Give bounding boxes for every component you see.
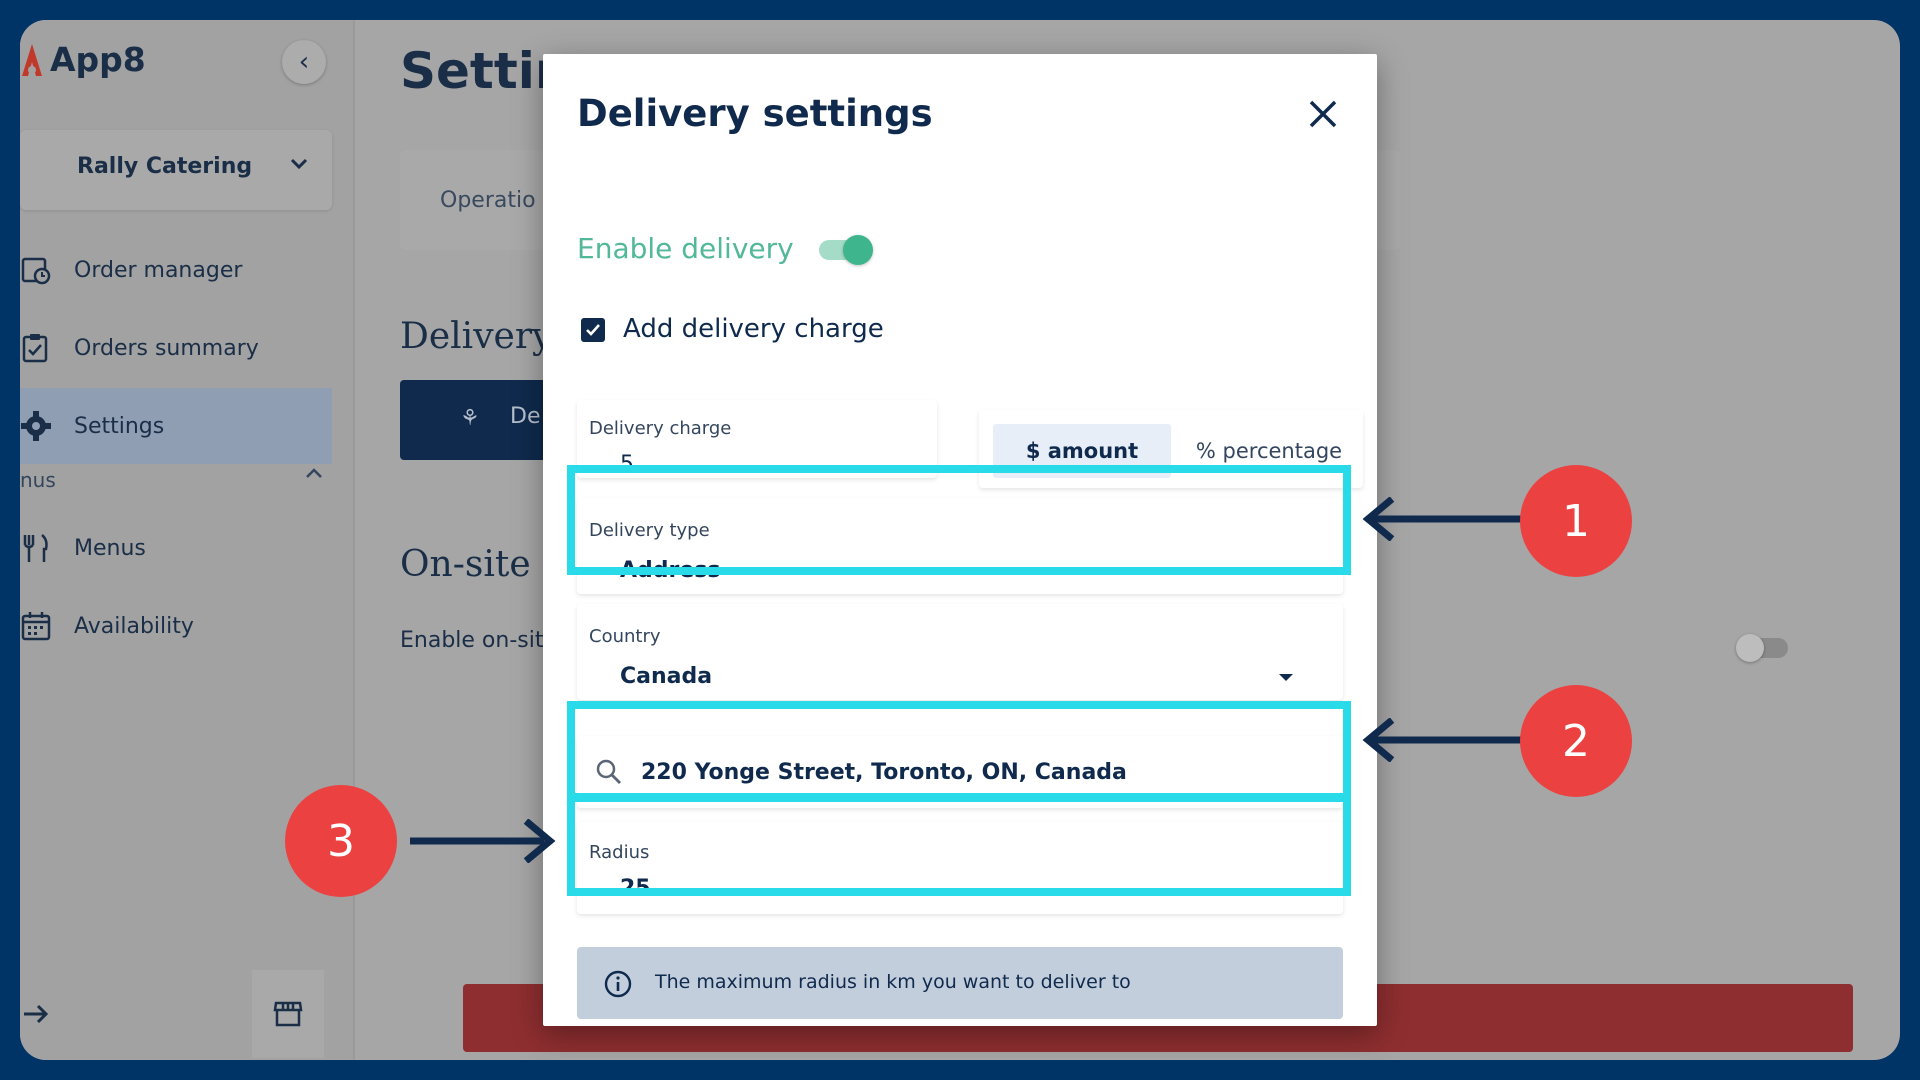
toggle-knob — [1736, 634, 1764, 662]
sidebar-footer — [20, 970, 332, 1060]
add-delivery-charge-label: Add delivery charge — [623, 314, 884, 344]
onsite-label: Enable on-site — [400, 628, 558, 653]
highlight-address — [567, 701, 1351, 801]
close-icon[interactable] — [1301, 92, 1345, 136]
country-value: Canada — [620, 664, 713, 689]
delivery-charge-label: Delivery charge — [589, 418, 732, 439]
order-manager-icon — [21, 257, 51, 285]
sidebar-item-label: Availability — [74, 613, 194, 639]
radius-info-box: The maximum radius in km you want to del… — [577, 947, 1343, 1019]
sidebar-item-label: Settings — [74, 413, 165, 439]
brand: App8 — [20, 40, 146, 79]
store-selector[interactable]: Rally Catering — [20, 130, 332, 210]
add-delivery-charge-checkbox[interactable] — [581, 318, 605, 342]
chevron-left-icon: ‹ — [298, 47, 310, 77]
clipboard-check-icon — [22, 334, 48, 363]
sidebar-item-orders-summary[interactable]: Orders summary — [20, 310, 332, 386]
sidebar-item-label: Menus — [74, 535, 146, 561]
onsite-section-heading: On-site c — [400, 544, 563, 585]
delivery-button-label: De — [510, 404, 541, 429]
store-front-button[interactable] — [252, 970, 324, 1058]
store-icon — [273, 1001, 303, 1027]
annotation-badge-1: 1 — [1520, 465, 1632, 577]
app-logo-icon — [22, 43, 42, 76]
country-label: Country — [589, 626, 661, 647]
onsite-toggle[interactable] — [1736, 634, 1788, 662]
app-screen: App8 ‹ Rally Catering Order manager Orde… — [20, 20, 1900, 1060]
modal-title: Delivery settings — [577, 92, 933, 135]
sidebar-item-availability[interactable]: Availability — [20, 588, 332, 664]
chevron-up-icon[interactable] — [304, 464, 324, 484]
section-label-menus: nus — [20, 468, 56, 492]
chevron-down-icon — [290, 158, 308, 170]
country-select[interactable]: Country Canada — [577, 604, 1343, 700]
sidebar-item-label: Orders summary — [74, 335, 259, 361]
calendar-icon — [21, 612, 51, 641]
enable-delivery-label: Enable delivery — [577, 232, 794, 265]
sidebar: App8 ‹ Rally Catering Order manager Orde… — [20, 20, 355, 1060]
toggle-knob — [843, 235, 873, 265]
annotation-badge-3: 3 — [285, 785, 397, 897]
delivery-section-heading: Delivery — [400, 316, 553, 357]
dropdown-arrow-icon — [1279, 674, 1293, 681]
highlight-radius — [567, 794, 1351, 896]
logout-icon[interactable] — [20, 992, 64, 1036]
app-name: App8 — [50, 40, 146, 79]
checkmark-icon — [586, 324, 600, 336]
store-name: Rally Catering — [77, 154, 253, 179]
annotation-badge-2: 2 — [1520, 685, 1632, 797]
arrow-left-icon — [1362, 718, 1538, 762]
highlight-delivery-type — [567, 465, 1351, 575]
arrow-left-icon — [1362, 497, 1538, 541]
collapse-sidebar-button[interactable]: ‹ — [282, 40, 326, 84]
info-text: The maximum radius in km you want to del… — [655, 971, 1131, 993]
info-icon — [604, 970, 632, 998]
arrow-right-icon — [410, 819, 556, 863]
fork-knife-icon — [23, 534, 48, 562]
sidebar-item-menus[interactable]: Menus — [20, 510, 332, 586]
tab-operations[interactable]: Operatio — [440, 188, 536, 213]
scooter-icon: ⚘ — [460, 406, 480, 431]
sidebar-item-label: Order manager — [74, 257, 243, 283]
sidebar-item-settings[interactable]: Settings — [20, 388, 332, 464]
gear-icon — [21, 411, 51, 441]
sidebar-item-order-manager[interactable]: Order manager — [20, 232, 332, 308]
enable-delivery-toggle[interactable] — [819, 235, 873, 265]
